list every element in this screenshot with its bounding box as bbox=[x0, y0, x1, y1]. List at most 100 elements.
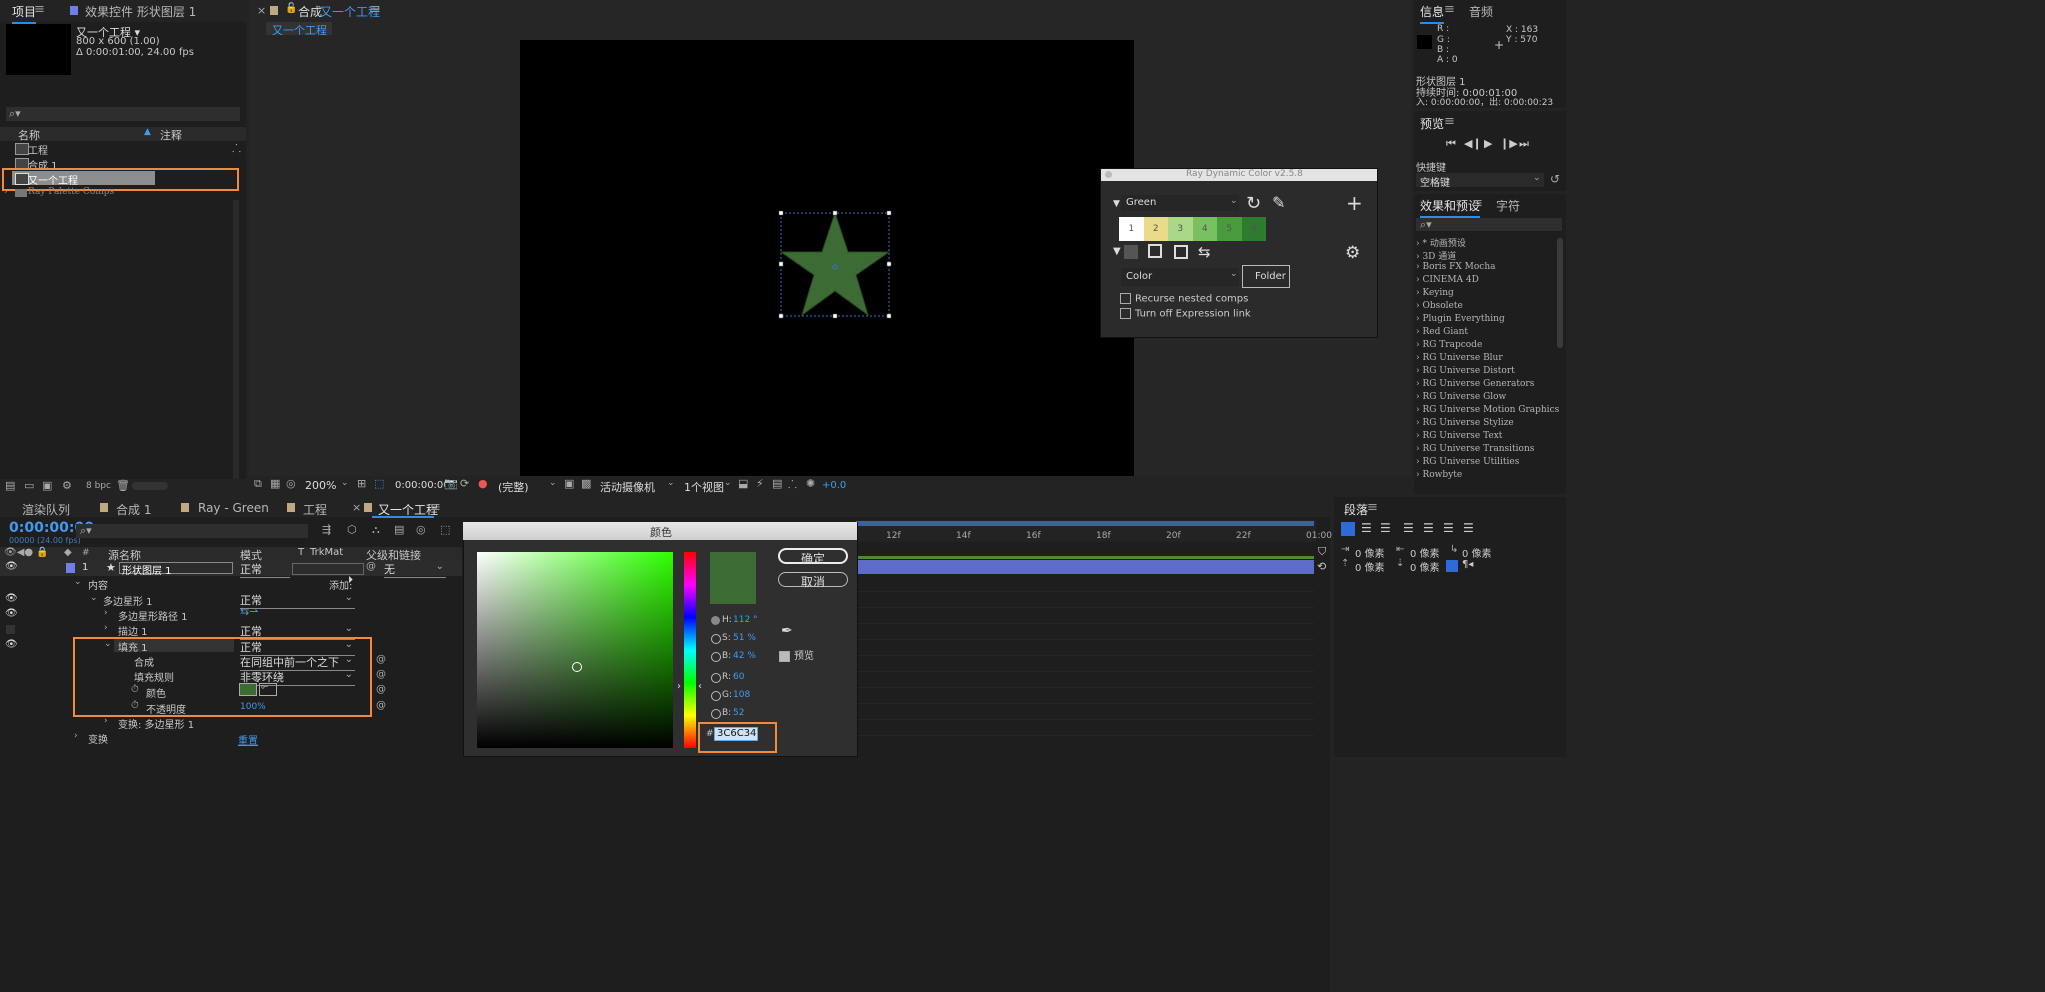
tab-comp1[interactable]: 合成 1 bbox=[116, 501, 151, 518]
radio-g[interactable] bbox=[711, 691, 721, 701]
ltr-direction-icon[interactable] bbox=[1446, 560, 1458, 572]
thumbnail-slider[interactable] bbox=[132, 482, 168, 490]
eye-icon[interactable]: 👁 bbox=[5, 608, 18, 619]
chevron-right-icon[interactable]: › bbox=[74, 731, 78, 741]
swatch-tools-icon[interactable]: ▼ bbox=[1113, 246, 1121, 257]
tab-info[interactable]: 信息 bbox=[1420, 3, 1445, 24]
radio-b[interactable] bbox=[711, 709, 721, 719]
effects-category-item[interactable]: › RG Universe Generators bbox=[1416, 379, 1534, 389]
align-left-icon[interactable] bbox=[1341, 522, 1355, 536]
menu-icon[interactable]: ≡ bbox=[370, 2, 381, 17]
effects-category-item[interactable]: › RG Universe Text bbox=[1416, 431, 1502, 441]
transparency-icon[interactable]: ▩ bbox=[581, 477, 591, 490]
expression-pickwhip-icon[interactable]: @ bbox=[376, 669, 386, 680]
indent-left-value[interactable]: 0 像素 bbox=[1355, 545, 1385, 560]
comp-mini-flowchart-icon[interactable]: ⇶ bbox=[322, 523, 331, 536]
camera-select[interactable]: 活动摄像机 bbox=[600, 479, 655, 495]
handle[interactable] bbox=[886, 261, 892, 267]
project-search-input[interactable] bbox=[6, 107, 240, 121]
radio-r[interactable] bbox=[711, 673, 721, 683]
tab-character[interactable]: 字符 bbox=[1496, 197, 1520, 214]
layer-label-color[interactable] bbox=[66, 563, 75, 573]
close-icon[interactable]: × bbox=[257, 4, 266, 17]
menu-icon[interactable]: ≡ bbox=[1444, 2, 1455, 17]
menu-icon[interactable]: ≡ bbox=[1444, 114, 1455, 129]
column-comment[interactable]: 注释 bbox=[160, 127, 182, 143]
tab-ray-green[interactable]: Ray - Green bbox=[198, 501, 269, 515]
tab-effects-controls[interactable]: 效果控件 形状图层 1 bbox=[85, 3, 196, 20]
eye-icon[interactable]: 👁 bbox=[5, 561, 18, 572]
folder-button-label[interactable]: Folder bbox=[1255, 271, 1286, 282]
palette-name[interactable]: Green bbox=[1126, 197, 1156, 208]
effects-category-item[interactable]: › * 动画预设 bbox=[1416, 236, 1466, 249]
quality-select[interactable]: (完整) bbox=[498, 479, 529, 495]
s-value[interactable]: 51 % bbox=[733, 633, 756, 643]
motion-blur-icon[interactable]: ◎ bbox=[416, 523, 426, 536]
align-right-icon[interactable]: ☰ bbox=[1380, 521, 1391, 535]
chevron-down-icon[interactable]: ⌄ bbox=[549, 478, 557, 488]
label-icon[interactable]: ◆ bbox=[64, 547, 72, 558]
menu-icon[interactable]: ≡ bbox=[34, 2, 45, 17]
layer-mode-dropdown[interactable]: 正常 bbox=[240, 561, 290, 578]
swap-arrows-icon[interactable]: ⇆ bbox=[1198, 243, 1211, 261]
handle[interactable] bbox=[778, 210, 784, 216]
plus-icon[interactable]: + bbox=[1346, 191, 1363, 215]
views-select[interactable]: 1个视图 bbox=[684, 479, 724, 495]
ok-button[interactable]: 确定 bbox=[778, 548, 848, 566]
visibility-toggle[interactable] bbox=[6, 625, 15, 634]
close-icon[interactable] bbox=[1105, 171, 1112, 178]
add-play-icon[interactable]: ⏵ bbox=[348, 575, 353, 586]
effects-category-item[interactable]: › RG Universe Transitions bbox=[1416, 444, 1534, 454]
palette-swatch-4[interactable]: 4 bbox=[1192, 217, 1217, 241]
graph-editor-icon[interactable]: ⬚ bbox=[440, 523, 450, 536]
effects-category-item[interactable]: › RG Universe Glow bbox=[1416, 392, 1506, 402]
radio-h[interactable] bbox=[711, 616, 720, 625]
shortcut-value[interactable]: 空格键 bbox=[1420, 174, 1450, 189]
eye-icon[interactable]: 👁 bbox=[5, 639, 18, 650]
indent-right-value[interactable]: 0 像素 bbox=[1410, 545, 1440, 560]
palette-swatch-3[interactable]: 3 bbox=[1168, 217, 1193, 241]
chevron-down-icon[interactable]: ⌄ bbox=[74, 577, 82, 587]
close-icon[interactable]: × bbox=[352, 501, 361, 514]
expression-checkbox[interactable]: Turn off Expression link bbox=[1120, 308, 1251, 320]
handle[interactable] bbox=[886, 210, 892, 216]
swap-colors-icon[interactable] bbox=[1124, 245, 1138, 259]
draft-3d-icon[interactable]: ⬡ bbox=[347, 523, 357, 536]
hue-marker-right[interactable]: ‹ bbox=[698, 681, 702, 692]
frame-blend-icon[interactable]: ▤ bbox=[394, 523, 404, 536]
new-folder-icon[interactable]: ▭ bbox=[24, 479, 34, 492]
saturation-brightness-field[interactable] bbox=[477, 552, 673, 748]
grid-icon[interactable]: ⊞ bbox=[357, 477, 366, 490]
brightness-value[interactable]: 42 % bbox=[733, 651, 756, 661]
effects-category-item[interactable]: › RG Universe Stylize bbox=[1416, 418, 1514, 428]
next-frame-icon[interactable]: ❙▶ bbox=[1500, 137, 1518, 150]
av-switches-icon[interactable]: 👁◀● 🔒 bbox=[4, 547, 49, 558]
refresh-icon[interactable]: ↻ bbox=[1246, 193, 1261, 214]
handle[interactable] bbox=[832, 313, 838, 319]
sort-arrow-icon[interactable]: ▲ bbox=[144, 127, 151, 137]
tab-effects-presets[interactable]: 效果和预设 bbox=[1420, 197, 1481, 218]
preview-checkbox[interactable]: 预览 bbox=[779, 647, 814, 662]
shy-icon[interactable]: ⛬ bbox=[372, 523, 380, 537]
recurse-checkbox[interactable]: Recurse nested comps bbox=[1120, 293, 1248, 305]
effects-category-item[interactable]: › RG Trapcode bbox=[1416, 340, 1482, 350]
hue-marker-left[interactable]: › bbox=[677, 681, 681, 692]
layer-bar-green[interactable] bbox=[856, 556, 1314, 559]
chevron-down-icon[interactable]: ⌄ bbox=[724, 478, 732, 488]
layer-name[interactable]: 形状图层 1 bbox=[122, 562, 172, 577]
tab-project[interactable]: 项目 bbox=[12, 3, 37, 24]
effects-category-item[interactable]: › Obsolete bbox=[1416, 301, 1463, 311]
radio-brightness[interactable] bbox=[711, 652, 721, 662]
mode-value[interactable]: Color bbox=[1126, 271, 1152, 282]
chevron-down-icon[interactable]: ⌄ bbox=[341, 478, 349, 488]
region-icon[interactable]: ▦ bbox=[270, 477, 280, 490]
interpret-footage-icon[interactable]: ▤ bbox=[5, 479, 15, 492]
effects-category-item[interactable]: › RG Universe Distort bbox=[1416, 366, 1515, 376]
color-channel-icon[interactable]: ● bbox=[478, 477, 488, 490]
effects-category-item[interactable]: › Keying bbox=[1416, 288, 1454, 298]
work-area-bar[interactable] bbox=[856, 521, 1314, 526]
space-after-value[interactable]: 0 像素 bbox=[1410, 559, 1440, 574]
flowchart-icon[interactable]: ⸫ bbox=[788, 477, 797, 492]
chevron-down-icon[interactable]: ⌄ bbox=[90, 593, 98, 603]
chevron-down-icon[interactable]: ⌄ bbox=[1533, 173, 1541, 183]
